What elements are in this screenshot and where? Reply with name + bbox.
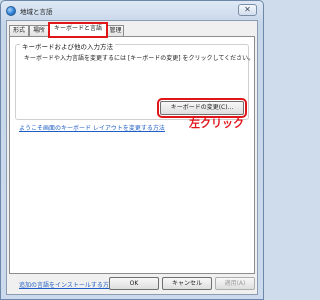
cancel-button[interactable]: キャンセル — [162, 277, 212, 290]
dialog-content: 形式 場所 キーボードと言語 管理 キーボードおよび他の入力方法 キーボードや入… — [6, 20, 258, 295]
dialog-buttons: OK キャンセル 適用(A) — [7, 273, 257, 295]
tab-location[interactable]: 場所 — [29, 25, 49, 36]
window-title: 地域と言語 — [20, 8, 53, 16]
ok-button[interactable]: OK — [109, 277, 159, 290]
tab-panel: キーボードおよび他の入力方法 キーボードや入力言語を変更するには [キーボードの… — [9, 36, 255, 289]
close-button[interactable]: ✕ — [238, 4, 257, 16]
welcome-screen-keyboard-link[interactable]: ようこそ画面のキーボード レイアウトを変更する方法 — [19, 123, 165, 132]
tab-administrative[interactable]: 管理 — [107, 25, 124, 36]
tab-keyboards-languages[interactable]: キーボードと言語 — [48, 22, 108, 38]
group-title: キーボードおよび他の入力方法 — [20, 41, 115, 51]
globe-icon — [6, 6, 16, 16]
change-keyboards-button[interactable]: キーボードの変更(C)... — [157, 98, 247, 118]
region-language-window: 地域と言語 ✕ 形式 場所 キーボードと言語 管理 キーボードおよび他の入力方法… — [0, 0, 264, 300]
apply-button[interactable]: 適用(A) — [215, 277, 255, 290]
tab-formats[interactable]: 形式 — [9, 25, 29, 36]
left-click-annotation: 左クリック — [189, 117, 244, 130]
group-description: キーボードや入力言語を変更するには [キーボードの変更] をクリックしてください… — [24, 55, 255, 62]
title-bar[interactable]: 地域と言語 ✕ — [1, 1, 263, 21]
keyboards-group: キーボードおよび他の入力方法 キーボードや入力言語を変更するには [キーボードの… — [15, 41, 254, 120]
